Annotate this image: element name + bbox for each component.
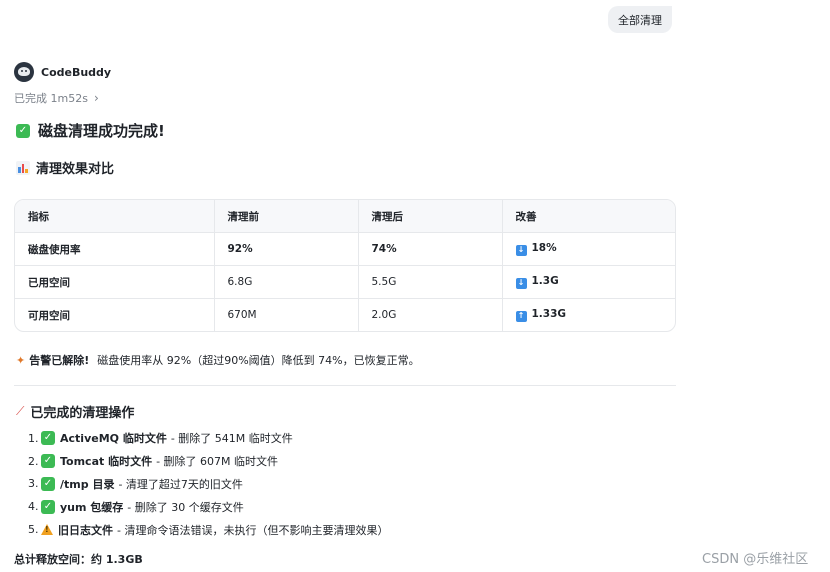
arrow-down-icon: ↓ <box>515 277 527 289</box>
change-cell: ↓ 18% <box>502 232 675 266</box>
operation-name: Tomcat 临时文件 <box>60 455 153 469</box>
change-cell: ↓ 1.3G <box>502 265 675 299</box>
alert-text: 磁盘使用率从 92%（超过90%阈值）降低到 74%，已恢复正常。 <box>97 354 420 367</box>
operation-name: /tmp 目录 <box>60 477 115 491</box>
before-cell: 92% <box>214 232 359 266</box>
metric-cell: 磁盘使用率 <box>15 232 215 266</box>
compare-section-title: 清理效果对比 <box>36 162 115 177</box>
before-cell: 6.8G <box>214 265 359 299</box>
user-message-text: 全部清理 <box>618 13 662 27</box>
check-icon: ✓ <box>41 499 55 514</box>
agent-name: CodeBuddy <box>41 65 112 79</box>
chevron-right-icon: › <box>93 91 99 105</box>
operation-desc: - 删除了 541M 临时文件 <box>170 432 293 446</box>
broom-icon: ⟋ <box>16 404 25 418</box>
table-header-row: 指标 清理前 清理后 改善 <box>15 200 675 233</box>
arrow-down-icon: ↓ <box>515 244 527 256</box>
after-cell: 2.0G <box>358 298 503 331</box>
check-icon: ✓ <box>41 431 55 446</box>
bar-chart-icon <box>16 160 30 175</box>
warning-icon <box>41 524 53 536</box>
list-item: 1. ✓ ActiveMQ 临时文件 - 删除了 541M 临时文件 <box>28 427 388 450</box>
table-row: 磁盘使用率 92% 74% ↓ 18% <box>15 232 675 266</box>
agent-avatar-icon <box>14 62 34 82</box>
list-item: 2. ✓ Tomcat 临时文件 - 删除了 607M 临时文件 <box>28 450 388 473</box>
column-header: 指标 <box>15 200 215 233</box>
before-cell: 670M <box>214 298 359 331</box>
watermark: CSDN @乐维社区 <box>702 552 809 567</box>
item-number: 2. <box>28 454 39 468</box>
arrow-up-icon: ↑ <box>515 310 527 322</box>
item-number: 1. <box>28 431 39 445</box>
operation-name: yum 包缓存 <box>60 500 124 514</box>
column-header: 清理后 <box>358 200 503 233</box>
party-popper-icon: ✦ <box>16 353 26 367</box>
table-row: 可用空间 670M 2.0G ↑ 1.33G <box>15 298 675 332</box>
operations-section-title: 已完成的清理操作 <box>30 406 135 421</box>
metric-cell: 已用空间 <box>15 265 215 299</box>
check-icon: ✓ <box>41 476 55 491</box>
operation-name: ActiveMQ 临时文件 <box>60 432 167 446</box>
alert-resolved-note: ✦ 告警已解除! 磁盘使用率从 92%（超过90%阈值）降低到 74%，已恢复正… <box>16 352 420 368</box>
check-icon: ✓ <box>41 454 55 469</box>
alert-label: 告警已解除! <box>29 354 90 367</box>
change-value: 1.33G <box>531 308 567 321</box>
operations-section-heading: ⟋ 已完成的清理操作 <box>16 402 134 421</box>
column-header: 清理前 <box>214 200 359 233</box>
operation-desc: - 删除了 30 个缓存文件 <box>127 500 244 514</box>
metric-cell: 可用空间 <box>15 298 215 331</box>
comparison-table: 指标 清理前 清理后 改善 磁盘使用率 92% 74% ↓ 18% 已用空间 6.… <box>14 199 676 332</box>
completion-status-text: 已完成 1m52s <box>14 92 88 105</box>
change-value: 18% <box>531 242 557 255</box>
result-title-text: 磁盘清理成功完成! <box>38 122 165 140</box>
after-cell: 5.5G <box>358 265 503 299</box>
change-cell: ↑ 1.33G <box>502 299 675 332</box>
list-item: 3. ✓ /tmp 目录 - 清理了超过7天的旧文件 <box>28 473 388 496</box>
table-row: 已用空间 6.8G 5.5G ↓ 1.3G <box>15 265 675 299</box>
item-number: 3. <box>28 477 39 491</box>
change-value: 1.3G <box>531 275 559 288</box>
total-freed-space: 总计释放空间：约 1.3GB <box>14 553 143 566</box>
operation-desc: - 清理命令语法错误，未执行（但不影响主要清理效果） <box>117 523 389 537</box>
divider <box>14 385 676 386</box>
operation-desc: - 清理了超过7天的旧文件 <box>118 477 243 491</box>
list-item: 4. ✓ yum 包缓存 - 删除了 30 个缓存文件 <box>28 495 388 518</box>
item-number: 5. <box>28 523 39 537</box>
agent-header: CodeBuddy <box>14 61 111 83</box>
column-header: 改善 <box>502 200 675 233</box>
check-icon: ✓ <box>16 123 30 138</box>
after-cell: 74% <box>358 232 503 266</box>
result-title: ✓ 磁盘清理成功完成! <box>16 120 165 141</box>
completion-status-toggle[interactable]: 已完成 1m52s › <box>14 90 99 106</box>
operation-desc: - 删除了 607M 临时文件 <box>156 455 279 469</box>
operations-list: 1. ✓ ActiveMQ 临时文件 - 删除了 541M 临时文件 2. ✓ … <box>28 427 388 541</box>
list-item: 5. 旧日志文件 - 清理命令语法错误，未执行（但不影响主要清理效果） <box>28 518 388 541</box>
item-number: 4. <box>28 500 39 514</box>
operation-name: 旧日志文件 <box>58 523 113 537</box>
user-message-bubble: 全部清理 <box>608 6 672 33</box>
compare-section-heading: 清理效果对比 <box>16 158 114 177</box>
